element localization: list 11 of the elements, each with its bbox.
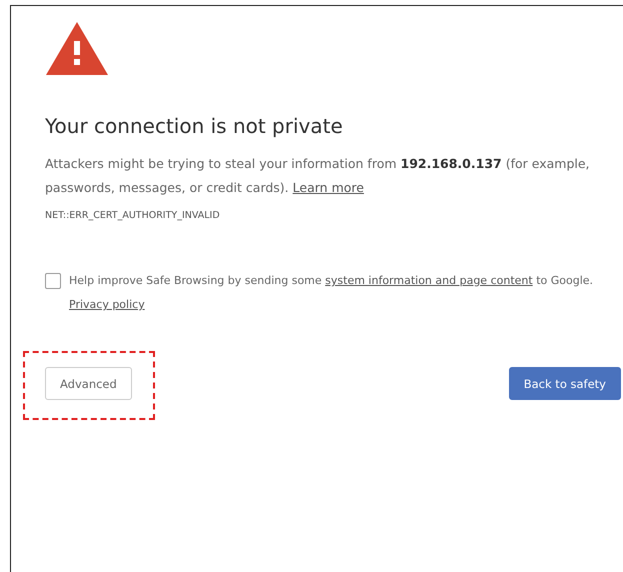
checkbox[interactable] [45,273,61,289]
learn-more-link[interactable]: Learn more [292,180,364,195]
warning-icon [45,20,109,76]
privacy-policy-link[interactable]: Privacy policy [69,298,145,311]
advanced-button[interactable]: Advanced [45,367,132,400]
page-heading: Your connection is not private [45,114,344,138]
back-to-safety-button[interactable]: Back to safety [508,367,621,400]
warning-message: Attackers might be trying to steal your information from 192.168.0.137 (for example, passwords, messages, or credit cards). Learn more [45,155,591,197]
system-information-link[interactable]: system information and page content [325,274,533,287]
error-code: NET::ERR_CERT_AUTHORITY_INVALID [45,210,221,221]
safe-browsing-text: Help improve Safe Browsing by sending some system information and page content to Google. [69,273,594,289]
